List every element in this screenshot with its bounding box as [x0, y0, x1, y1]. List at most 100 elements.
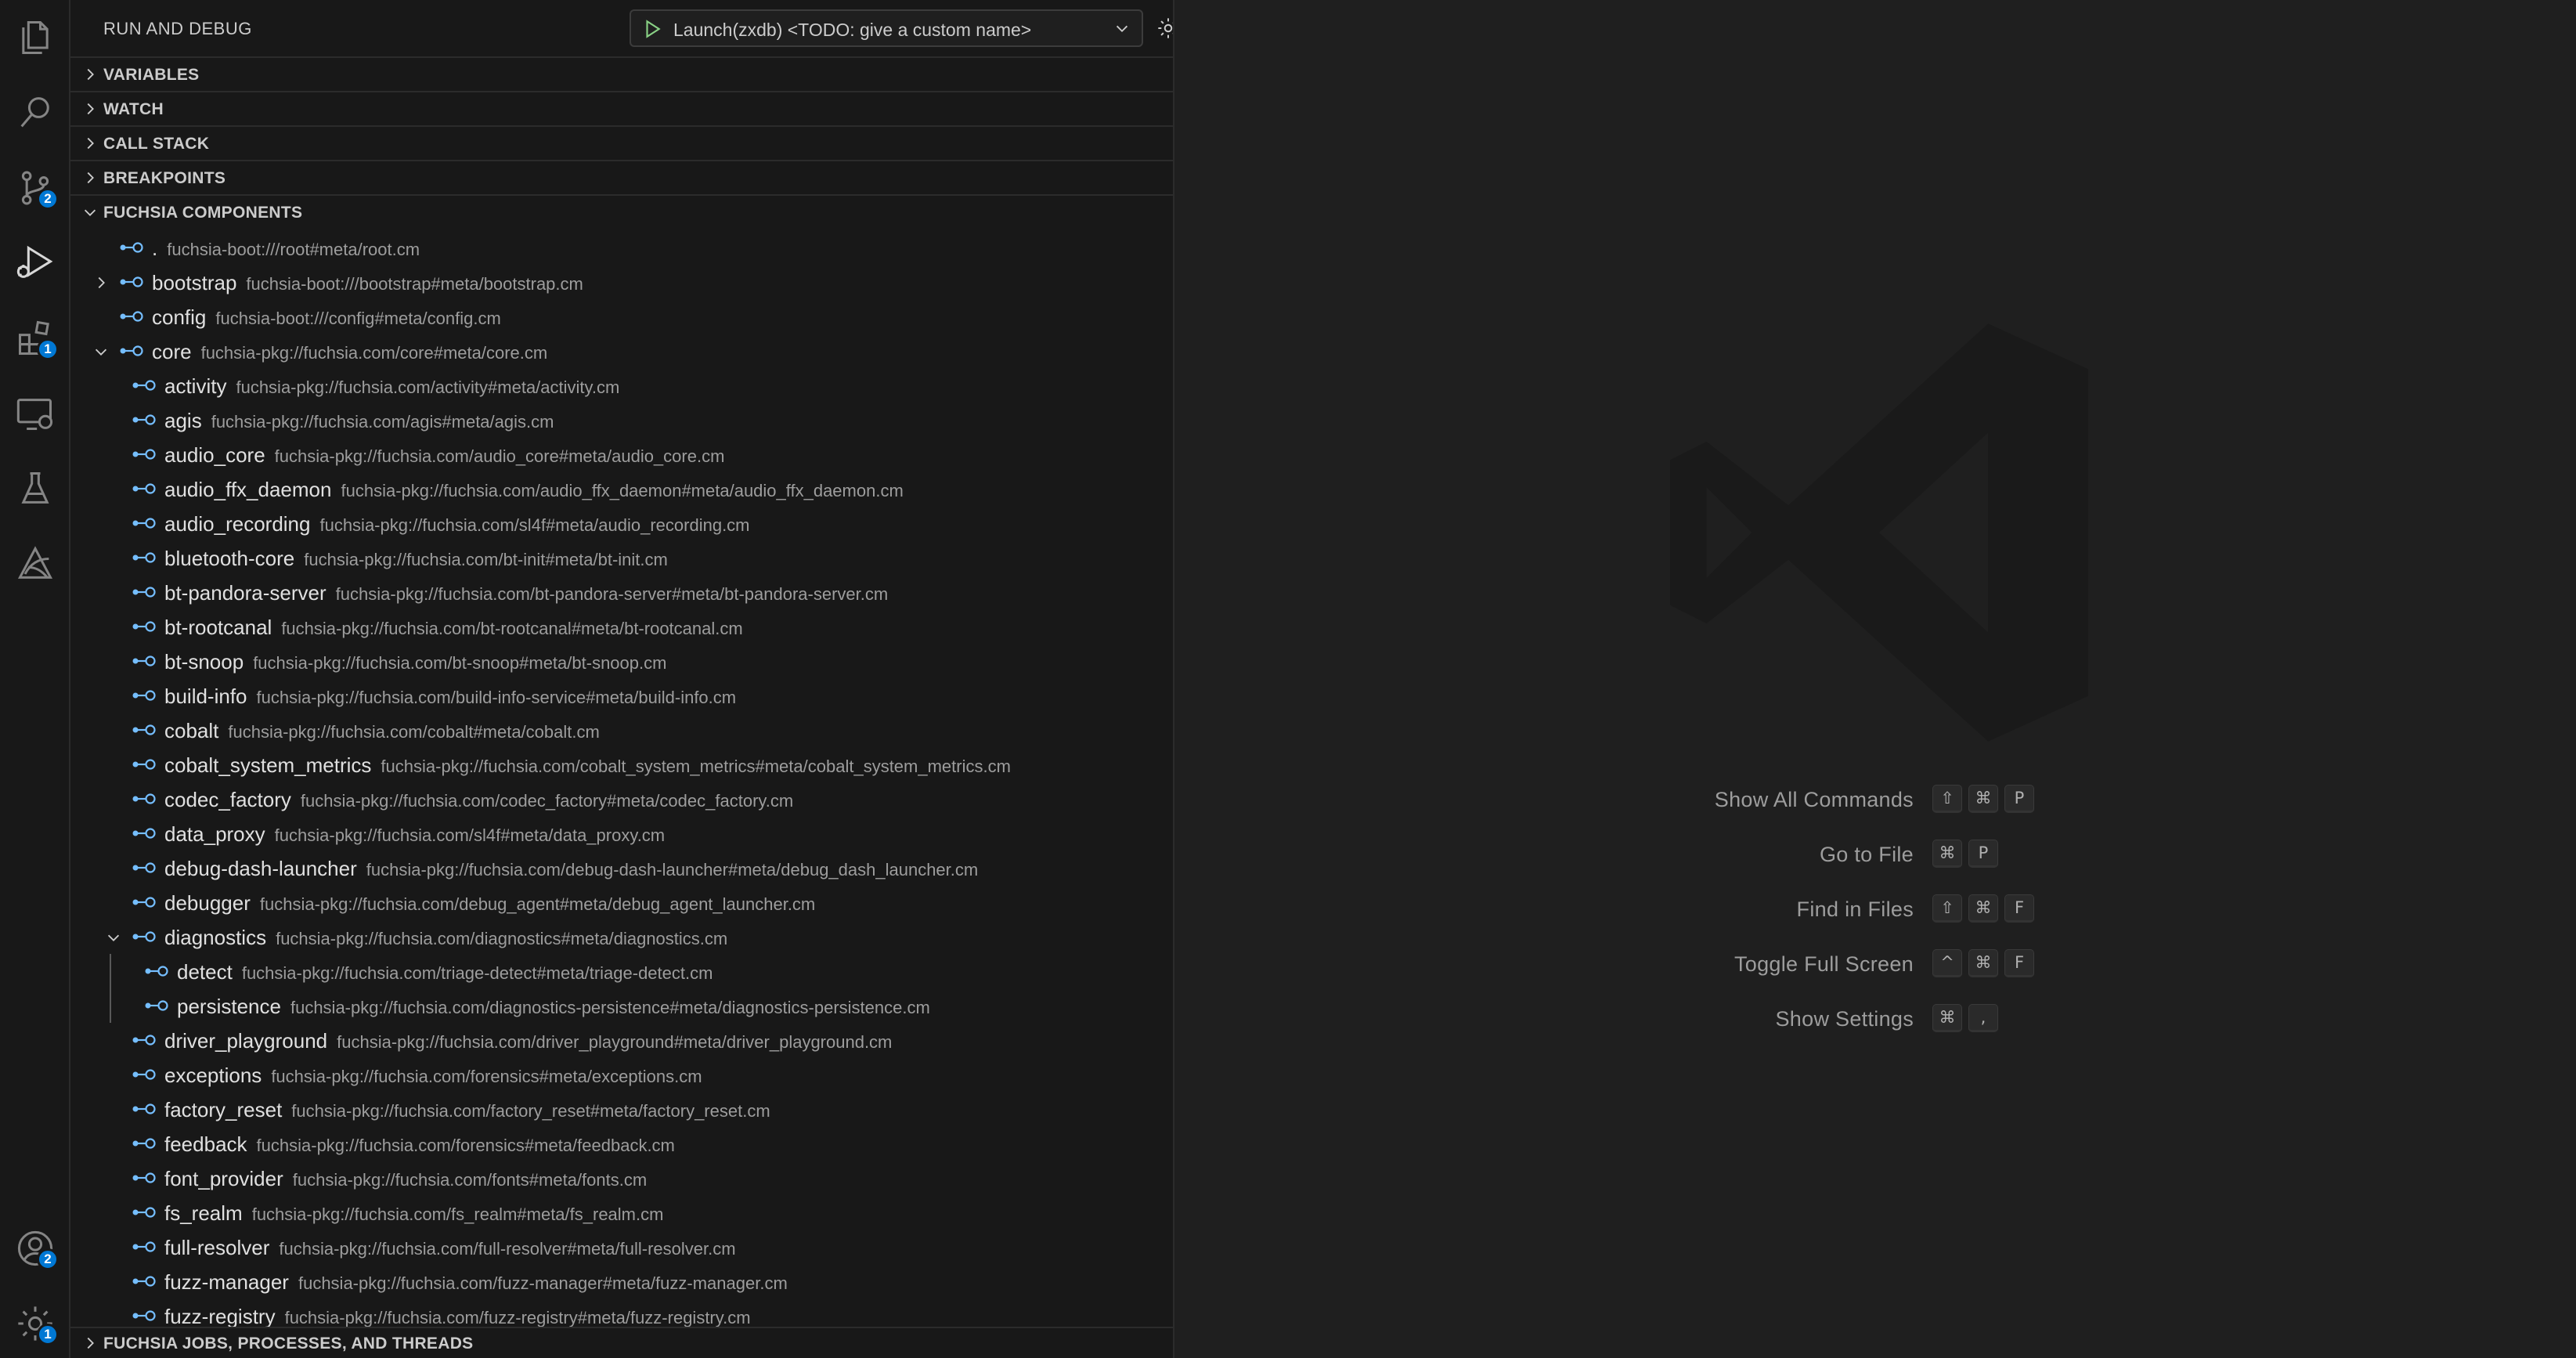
component-name: audio_ffx_daemon fuchsia-pkg://fuchsia.co… [164, 478, 904, 501]
section-call-stack[interactable]: CALL STACK [70, 125, 1173, 160]
launch-config-label: Launch(zxdb) <TODO: give a custom name> [673, 20, 1032, 40]
component-row[interactable]: font_provider fuchsia-pkg://fuchsia.com/f… [70, 1161, 1173, 1195]
section-fuchsia-jobs[interactable]: FUCHSIA JOBS, PROCESSES, AND THREADS [70, 1327, 1173, 1358]
component-row[interactable]: core fuchsia-pkg://fuchsia.com/core#meta/… [70, 334, 1173, 368]
sidebar-header: RUN AND DEBUG Launch(zxdb) <TODO: give a… [70, 0, 1173, 58]
command-hint-label: Go to File [1819, 843, 1914, 866]
component-row[interactable]: driver_playground fuchsia-pkg://fuchsia.c… [70, 1023, 1173, 1057]
component-icon [132, 380, 156, 391]
sidebar-title: RUN AND DEBUG [103, 19, 252, 38]
component-name: bt-snoop fuchsia-pkg://fuchsia.com/bt-sno… [164, 650, 667, 674]
chevron-right-icon [87, 68, 94, 81]
vscode-logo-watermark-icon [1670, 323, 2088, 742]
component-url: fuchsia-pkg://fuchsia.com/factory_reset#… [291, 1101, 770, 1121]
section-label: BREAKPOINTS [103, 169, 226, 187]
chevron-down-icon[interactable] [92, 343, 110, 360]
component-name: bootstrap fuchsia-boot:///bootstrap#meta/… [152, 271, 583, 294]
component-row[interactable]: audio_core fuchsia-pkg://fuchsia.com/audi… [70, 437, 1173, 471]
command-hint-label: Find in Files [1796, 898, 1914, 921]
component-icon [132, 449, 156, 460]
component-icon [145, 1000, 168, 1011]
component-row[interactable]: cobalt_system_metrics fuchsia-pkg://fuchs… [70, 747, 1173, 782]
component-row[interactable]: exceptions fuchsia-pkg://fuchsia.com/fore… [70, 1057, 1173, 1092]
component-name: codec_factory fuchsia-pkg://fuchsia.com/c… [164, 788, 794, 811]
chevron-right-icon [87, 103, 94, 115]
component-row[interactable]: bt-snoop fuchsia-pkg://fuchsia.com/bt-sno… [70, 644, 1173, 678]
extensions-icon[interactable]: 1 [15, 318, 59, 360]
fuchsia-icon[interactable] [15, 544, 56, 584]
section-variables[interactable]: VARIABLES [70, 56, 1173, 91]
component-row[interactable]: activity fuchsia-pkg://fuchsia.com/activi… [70, 368, 1173, 403]
component-url: fuchsia-pkg://fuchsia.com/sl4f#meta/data… [274, 825, 666, 845]
component-row[interactable]: debug-dash-launcher fuchsia-pkg://fuchsia… [70, 851, 1173, 885]
section-watch[interactable]: WATCH [70, 91, 1173, 125]
component-url: fuchsia-pkg://fuchsia.com/cobalt#meta/co… [228, 722, 600, 742]
component-row[interactable]: build-info fuchsia-pkg://fuchsia.com/buil… [70, 678, 1173, 713]
component-name: config fuchsia-boot:///config#meta/config… [152, 305, 501, 329]
component-row[interactable]: . fuchsia-boot:///root#meta/root.cm [70, 230, 1173, 265]
section-fuchsia-components[interactable]: FUCHSIA COMPONENTS [70, 194, 1173, 229]
component-row[interactable]: bt-rootcanal fuchsia-pkg://fuchsia.com/bt… [70, 609, 1173, 644]
component-icon [132, 518, 156, 529]
component-url: fuchsia-pkg://fuchsia.com/fuzz-registry#… [284, 1308, 751, 1327]
search-icon[interactable] [15, 92, 56, 133]
start-debugging-icon[interactable] [642, 19, 662, 39]
component-row[interactable]: persistence fuchsia-pkg://fuchsia.com/dia… [70, 988, 1173, 1023]
component-url: fuchsia-pkg://fuchsia.com/forensics#meta… [271, 1067, 702, 1086]
launch-config-dropdown[interactable]: Launch(zxdb) <TODO: give a custom name> [630, 9, 1143, 47]
component-name: activity fuchsia-pkg://fuchsia.com/activi… [164, 374, 620, 398]
component-icon [132, 483, 156, 494]
command-hint-label: Show All Commands [1714, 788, 1914, 811]
command-hint: Toggle Full Screen ^ ⌘ F [1174, 946, 2576, 981]
component-row[interactable]: audio_recording fuchsia-pkg://fuchsia.com… [70, 506, 1173, 540]
component-url: fuchsia-pkg://fuchsia.com/build-info-ser… [256, 688, 737, 707]
component-row[interactable]: cobalt fuchsia-pkg://fuchsia.com/cobalt#m… [70, 713, 1173, 747]
component-row[interactable]: fuzz-manager fuchsia-pkg://fuchsia.com/fu… [70, 1264, 1173, 1298]
chevron-right-icon[interactable] [92, 274, 110, 291]
component-row[interactable]: fs_realm fuchsia-pkg://fuchsia.com/fs_rea… [70, 1195, 1173, 1230]
component-row[interactable]: full-resolver fuchsia-pkg://fuchsia.com/f… [70, 1230, 1173, 1264]
component-name: fs_realm fuchsia-pkg://fuchsia.com/fs_rea… [164, 1201, 664, 1225]
manage-gear-icon[interactable]: 1 [15, 1303, 59, 1345]
component-row[interactable]: factory_reset fuchsia-pkg://fuchsia.com/f… [70, 1092, 1173, 1126]
remote-explorer-icon[interactable] [15, 393, 56, 434]
component-row[interactable]: audio_ffx_daemon fuchsia-pkg://fuchsia.co… [70, 471, 1173, 506]
component-row[interactable]: diagnostics fuchsia-pkg://fuchsia.com/dia… [70, 919, 1173, 954]
open-launch-json-gear-icon[interactable] [1156, 16, 1174, 41]
component-row[interactable]: config fuchsia-boot:///config#meta/config… [70, 299, 1173, 334]
section-breakpoints[interactable]: BREAKPOINTS [70, 160, 1173, 194]
testing-icon[interactable] [15, 468, 56, 509]
chevron-down-icon [84, 209, 96, 216]
component-url: fuchsia-pkg://fuchsia.com/sl4f#meta/audi… [319, 515, 750, 535]
component-row[interactable]: feedback fuchsia-pkg://fuchsia.com/forens… [70, 1126, 1173, 1161]
component-row[interactable]: bluetooth-core fuchsia-pkg://fuchsia.com/… [70, 540, 1173, 575]
component-name: full-resolver fuchsia-pkg://fuchsia.com/f… [164, 1236, 736, 1259]
component-url: fuchsia-pkg://fuchsia.com/forensics#meta… [256, 1136, 675, 1155]
command-hint: Go to File ⌘ P [1174, 836, 2576, 871]
component-row[interactable]: agis fuchsia-pkg://fuchsia.com/agis#meta/… [70, 403, 1173, 437]
explorer-icon[interactable] [15, 17, 56, 58]
chevron-right-icon [87, 172, 94, 184]
command-hint-label: Toggle Full Screen [1734, 952, 1914, 976]
component-url: fuchsia-pkg://fuchsia.com/fs_realm#meta/… [251, 1205, 664, 1224]
component-row[interactable]: bt-pandora-server fuchsia-pkg://fuchsia.c… [70, 575, 1173, 609]
section-label: CALL STACK [103, 135, 210, 153]
keycap: ⌘ [1932, 840, 1962, 868]
component-row[interactable]: detect fuchsia-pkg://fuchsia.com/triage-d… [70, 954, 1173, 988]
component-row[interactable]: bootstrap fuchsia-boot:///bootstrap#meta/… [70, 265, 1173, 299]
component-url: fuchsia-pkg://fuchsia.com/debug-dash-lau… [366, 860, 979, 879]
source-control-icon[interactable]: 2 [15, 168, 59, 210]
component-url: fuchsia-pkg://fuchsia.com/activity#meta/… [236, 377, 620, 397]
run-debug-icon[interactable] [15, 243, 56, 284]
indent-guide [110, 954, 111, 1023]
component-row[interactable]: codec_factory fuchsia-pkg://fuchsia.com/c… [70, 782, 1173, 816]
component-icon [132, 552, 156, 563]
component-row[interactable]: debugger fuchsia-pkg://fuchsia.com/debug_… [70, 885, 1173, 919]
keycap: F [2004, 894, 2034, 923]
component-url: fuchsia-pkg://fuchsia.com/fuzz-manager#m… [298, 1273, 788, 1293]
component-row[interactable]: data_proxy fuchsia-pkg://fuchsia.com/sl4f… [70, 816, 1173, 851]
accounts-icon[interactable]: 2 [15, 1228, 59, 1270]
component-url: fuchsia-pkg://fuchsia.com/cobalt_system_… [381, 757, 1011, 776]
keybinding: ⇧ ⌘ P [1932, 785, 2034, 813]
chevron-down-icon[interactable] [105, 929, 122, 946]
